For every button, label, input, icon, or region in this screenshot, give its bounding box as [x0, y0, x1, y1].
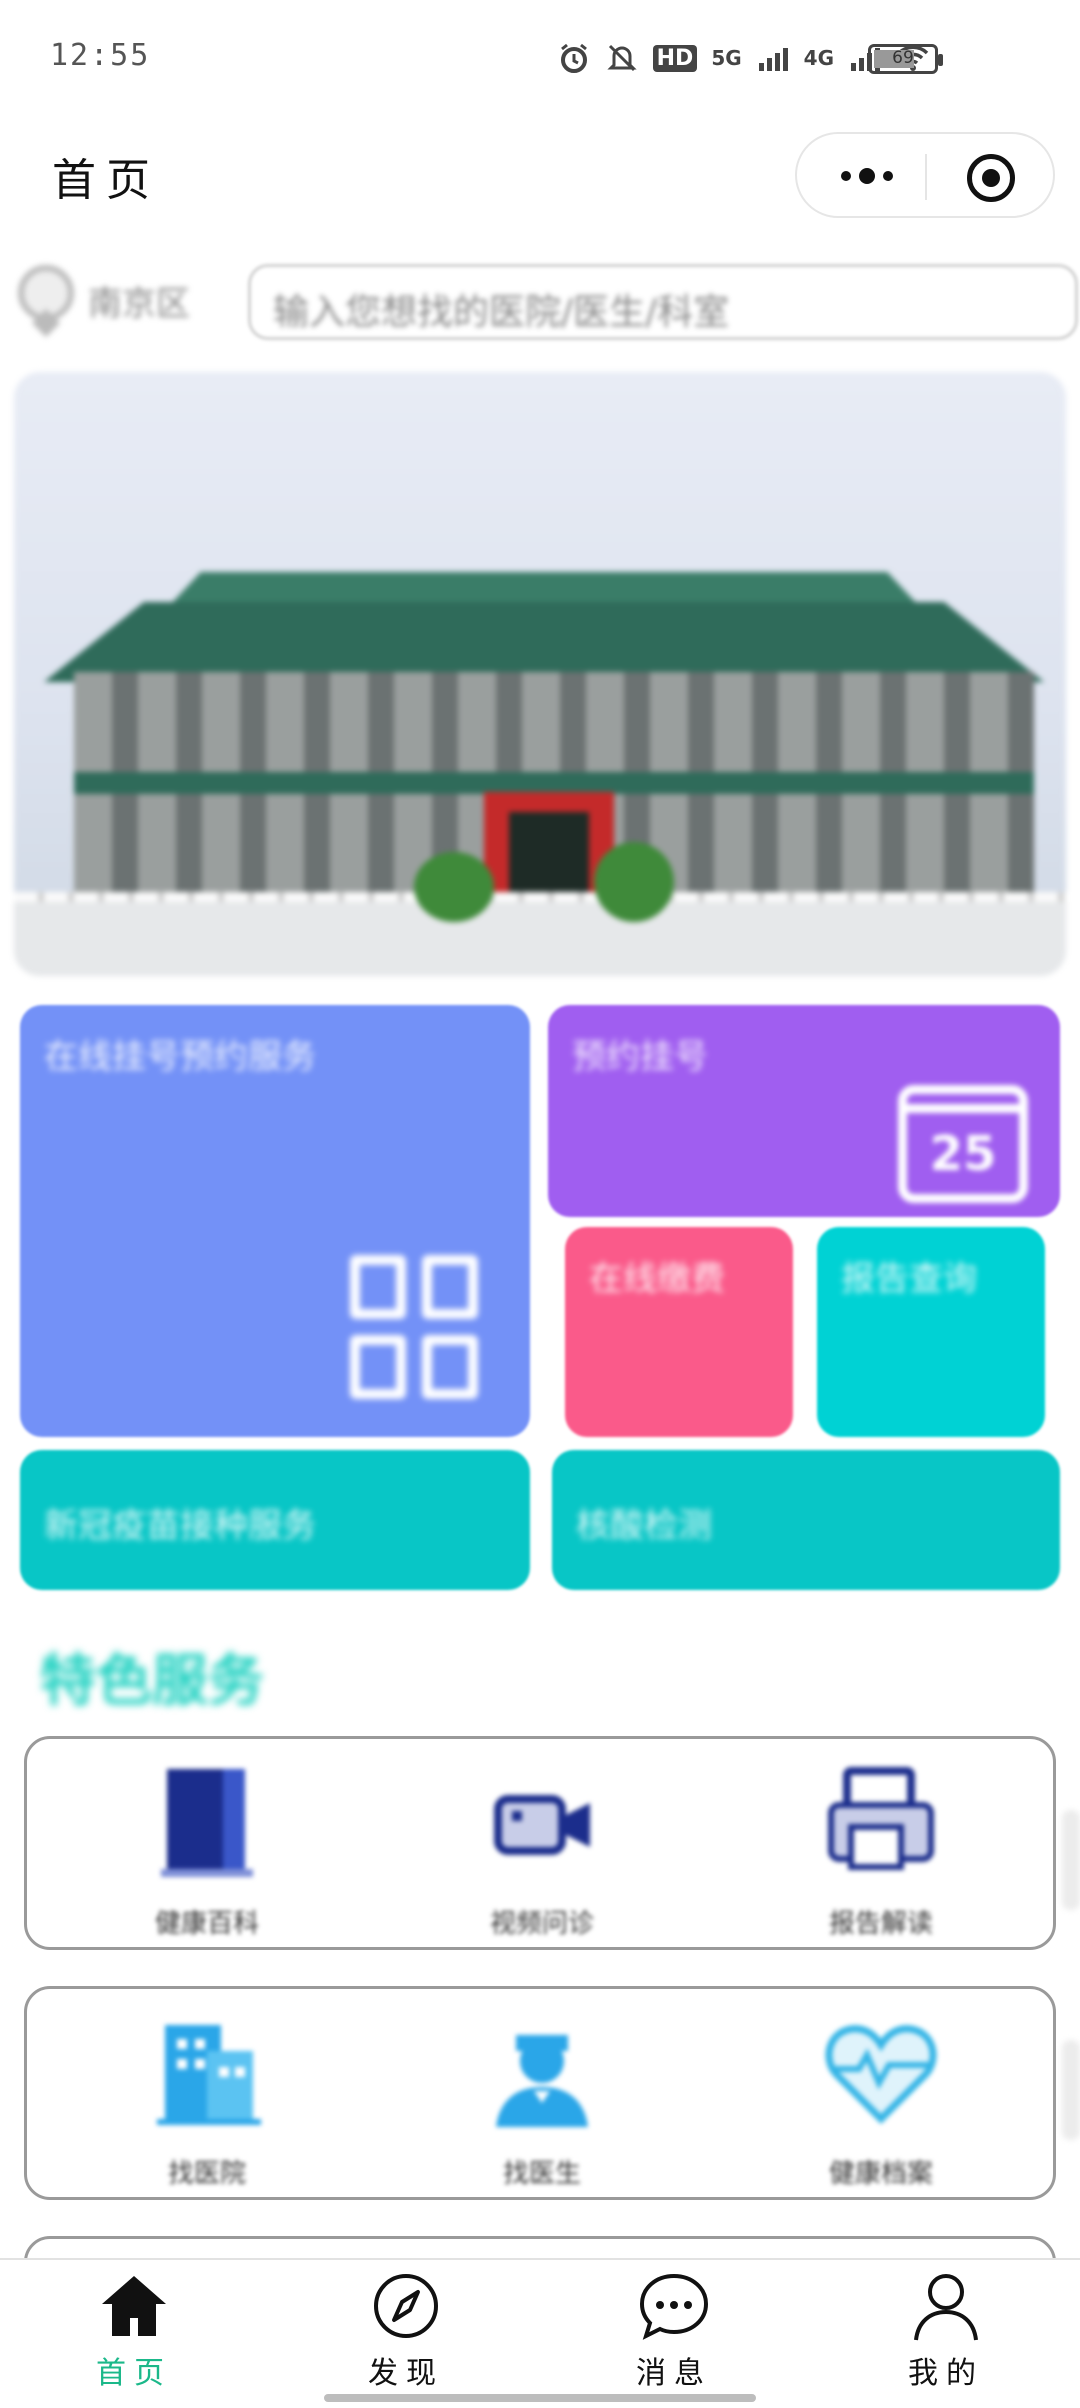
- network-4g-label: 4G: [803, 46, 834, 70]
- service-label: 找医生: [502, 2159, 581, 2189]
- service-card-row1: 健康百科 视频问诊 报告解读: [24, 1736, 1056, 1950]
- hd-badge: HD: [652, 44, 698, 72]
- alarm-icon: [560, 43, 587, 73]
- tile-nucleic-test[interactable]: 核酸检测: [552, 1450, 1060, 1590]
- search-row: 南京区 输入您想找的医院/医生/科室: [0, 260, 1080, 340]
- tab-label: 首页: [96, 2356, 172, 2391]
- service-label: 视频问诊: [489, 1909, 594, 1939]
- hospital-banner-image[interactable]: [14, 372, 1066, 976]
- qr-grid-icon: [350, 1255, 480, 1405]
- battery-tip: [938, 54, 943, 66]
- service-item[interactable]: 找医生: [432, 2015, 652, 2189]
- tile-report-query[interactable]: 报告查询: [817, 1227, 1045, 1437]
- more-menu-button[interactable]: [827, 152, 907, 200]
- tile-label: 核酸检测: [576, 1506, 712, 1546]
- tab-messages[interactable]: 消息: [604, 2270, 744, 2391]
- tab-label: 消息: [636, 2356, 712, 2391]
- signal-5g-icon: [758, 48, 788, 71]
- bottom-tab-bar: 首页 发现 消息 我的: [0, 2258, 1080, 2408]
- mute-bell-icon: [607, 44, 637, 72]
- tile-label: 新冠疫苗接种服务: [44, 1506, 316, 1546]
- status-time: 12:55: [50, 38, 151, 73]
- location-label: 南京区: [88, 283, 190, 324]
- home-indicator[interactable]: [324, 2394, 756, 2402]
- compass-icon: [374, 2274, 438, 2338]
- heart-icon: [825, 2025, 937, 2124]
- tile-vaccination[interactable]: 新冠疫苗接种服务: [20, 1450, 530, 1590]
- home-icon: [102, 2276, 166, 2336]
- tile-label: 预约挂号: [572, 1037, 708, 1077]
- service-label: 报告解读: [828, 1909, 933, 1939]
- tab-label: 我的: [908, 2356, 984, 2391]
- service-label: 找医院: [167, 2159, 246, 2189]
- service-item[interactable]: 找医院: [97, 2015, 317, 2189]
- scroll-indicator-2: [1062, 2040, 1080, 2140]
- calendar-icon: 25: [898, 1085, 1028, 1203]
- service-item[interactable]: 健康百科: [97, 1765, 317, 1939]
- user-icon: [914, 2274, 978, 2341]
- close-program-button[interactable]: [967, 154, 1015, 202]
- network-5g-label: 5G: [711, 46, 742, 70]
- search-placeholder: 输入您想找的医院/医生/科室: [273, 292, 730, 333]
- service-item[interactable]: 视频问诊: [432, 1765, 652, 1939]
- chat-icon: [639, 2273, 709, 2340]
- status-bar: 12:55 HD 5G 4G 69: [0, 0, 1080, 110]
- tab-profile[interactable]: 我的: [876, 2270, 1016, 2391]
- service-card-row2: 找医院 找医生 健康档案: [24, 1986, 1056, 2200]
- book-icon: [161, 1769, 253, 1877]
- printer-icon: [828, 1767, 934, 1870]
- service-item[interactable]: 报告解读: [771, 1765, 991, 1939]
- battery-level: 69: [892, 48, 914, 68]
- capsule-divider: [925, 154, 927, 200]
- search-input[interactable]: 输入您想找的医院/医生/科室: [248, 264, 1078, 340]
- video-icon: [494, 1795, 590, 1855]
- tab-home[interactable]: 首页: [64, 2270, 204, 2391]
- feature-section-title: 特色服务: [40, 1649, 264, 1714]
- scroll-indicator-1: [1062, 1810, 1080, 1910]
- doctor-icon: [496, 2035, 588, 2127]
- service-label: 健康百科: [154, 1909, 259, 1939]
- tile-label: 报告查询: [841, 1259, 977, 1299]
- location-selector[interactable]: 南京区: [14, 264, 234, 338]
- battery-icon: 69: [868, 44, 943, 74]
- service-item[interactable]: 健康档案: [771, 2015, 991, 2189]
- tab-label: 发现: [368, 2356, 444, 2391]
- location-pin-icon: [14, 265, 78, 338]
- calendar-number: 25: [929, 1126, 997, 1182]
- hospital-icon: [157, 2025, 261, 2125]
- service-label: 健康档案: [828, 2159, 933, 2189]
- page-title: 首页: [52, 155, 160, 206]
- tile-label: 在线缴费: [589, 1259, 725, 1299]
- tile-payment[interactable]: 在线缴费: [565, 1227, 793, 1437]
- tab-discover[interactable]: 发现: [336, 2270, 476, 2391]
- mini-program-capsule: [795, 132, 1055, 218]
- tile-online-registration[interactable]: 在线挂号预约服务: [20, 1005, 530, 1437]
- nav-header: 首页: [0, 120, 1080, 230]
- tile-label: 在线挂号预约服务: [44, 1037, 316, 1077]
- tile-appointment[interactable]: 预约挂号 25: [548, 1005, 1060, 1217]
